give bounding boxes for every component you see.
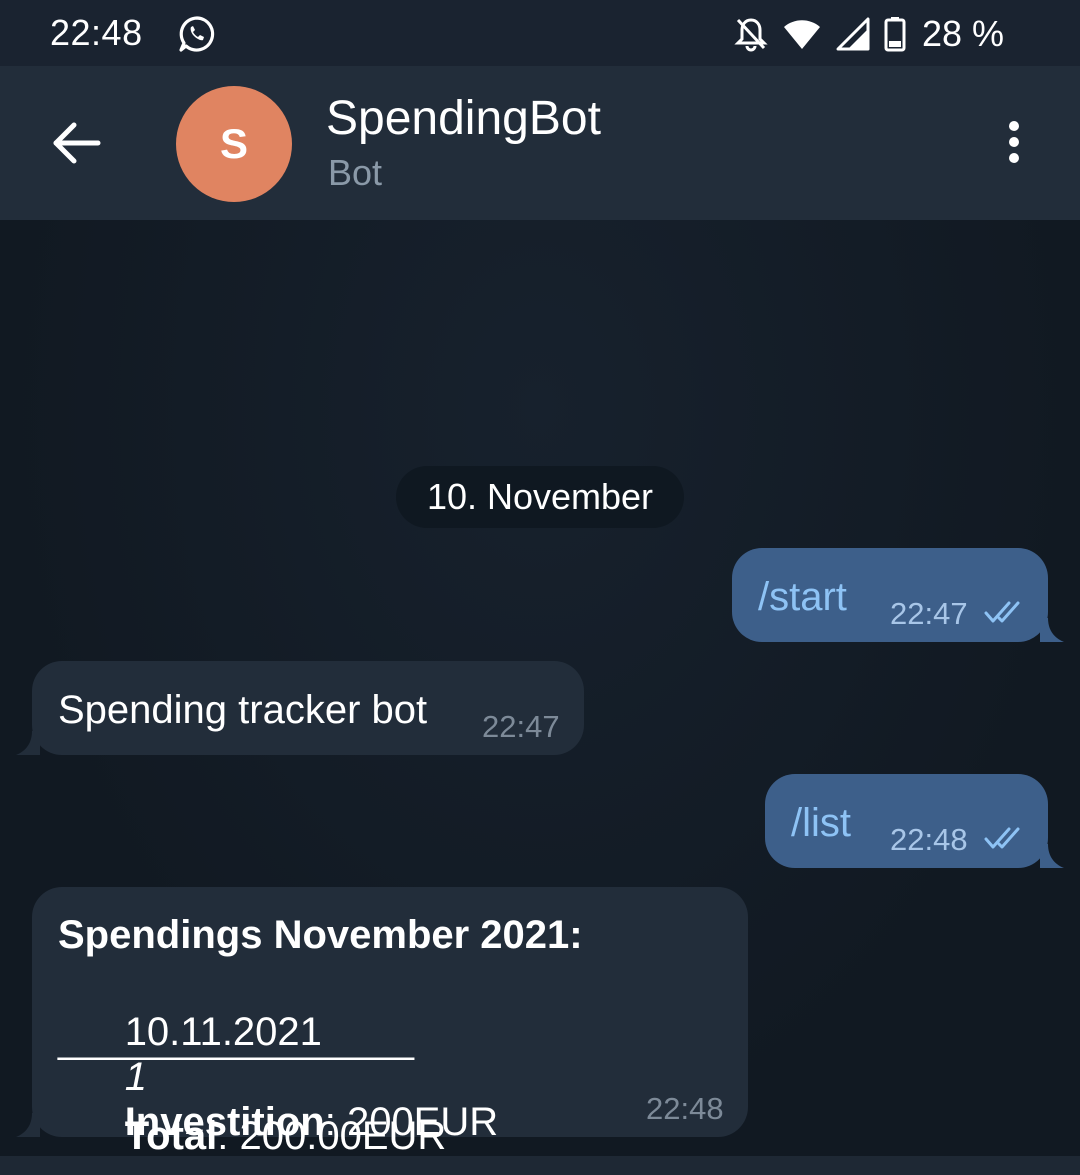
double-check-icon xyxy=(984,601,1020,623)
report-separator: ________________ xyxy=(58,1017,414,1061)
message-bubble-incoming[interactable]: Spendings November 2021: 10.11.2021 1 In… xyxy=(32,887,748,1158)
bubble-tail xyxy=(16,731,40,755)
total-amount: : 200.00EUR xyxy=(217,1114,447,1158)
message-text: /list xyxy=(791,801,851,845)
signal-icon xyxy=(836,17,870,51)
wifi-icon xyxy=(782,17,822,51)
status-time: 22:48 xyxy=(50,12,143,53)
message-bubble-outgoing[interactable]: /list 22:48 xyxy=(765,774,1048,868)
message-bubble-outgoing[interactable]: /start 22:47 xyxy=(732,548,1048,642)
message-time: 22:47 xyxy=(890,596,968,631)
bubble-tail xyxy=(1040,618,1064,642)
bubble-tail xyxy=(1040,844,1064,868)
more-vert-icon[interactable] xyxy=(994,118,1034,170)
chat-subtitle: Bot xyxy=(328,152,383,193)
bubble-tail xyxy=(16,1113,40,1137)
bell-off-icon xyxy=(734,16,768,52)
battery-icon xyxy=(884,16,906,52)
message-bubble-incoming[interactable]: Spending tracker bot 22:47 xyxy=(32,661,584,755)
total-label: Total xyxy=(124,1114,218,1158)
input-bar-edge xyxy=(0,1156,1080,1175)
message-time: 22:48 xyxy=(890,822,968,857)
status-bar: 22:48 28 % xyxy=(0,0,1080,66)
whatsapp-icon xyxy=(177,14,217,54)
status-icons: 28 % xyxy=(734,13,1004,54)
message-time: 22:47 xyxy=(482,709,560,744)
report-heading: Spendings November 2021: xyxy=(58,913,583,957)
arrow-back-icon[interactable] xyxy=(50,116,104,170)
chat-header: S SpendingBot Bot xyxy=(0,66,1080,220)
double-check-icon xyxy=(984,827,1020,849)
message-text: Spending tracker bot xyxy=(58,688,428,732)
chat-area[interactable]: 10. November /start 22:47 Spending track… xyxy=(0,220,1080,1158)
battery-percentage: 28 % xyxy=(921,13,1004,54)
date-chip: 10. November xyxy=(396,466,684,528)
chat-title[interactable]: SpendingBot xyxy=(326,91,601,146)
message-time: 22:48 xyxy=(646,1091,724,1126)
avatar[interactable]: S xyxy=(176,86,292,202)
message-text: /start xyxy=(758,575,847,619)
